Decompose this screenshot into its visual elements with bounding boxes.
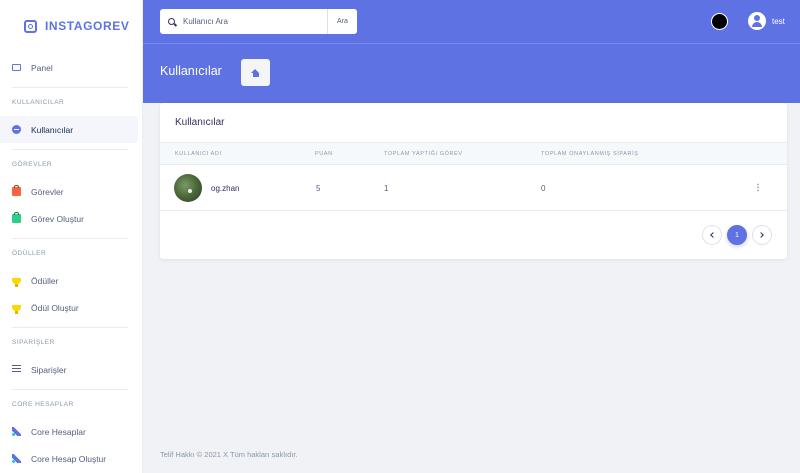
sidebar-item-label: Siparişler xyxy=(31,364,67,375)
page-title: Kullanıcılar xyxy=(160,64,222,78)
sidebar-item-label: Core Hesap Oluştur xyxy=(31,453,107,464)
search-button[interactable]: Ara xyxy=(327,9,357,34)
sidebar-item-create-reward[interactable]: Ödül Oluştur xyxy=(0,294,138,321)
section-title-orders: SİPARİŞLER xyxy=(12,338,55,346)
sidebar-item-create-task[interactable]: Görev Oluştur xyxy=(0,205,138,232)
user-circle-icon xyxy=(12,125,21,134)
search-icon xyxy=(168,18,175,25)
section-title-tasks: GÖREVLER xyxy=(12,160,53,168)
user-name: test xyxy=(772,16,785,26)
home-icon xyxy=(251,68,260,77)
rocket-add-icon xyxy=(12,454,21,463)
section-title-core-accounts: CORE HESAPLAR xyxy=(12,400,74,408)
home-button[interactable] xyxy=(241,59,270,86)
next-page-button[interactable] xyxy=(752,225,772,245)
sidebar-item-rewards[interactable]: Ödüller xyxy=(0,267,138,294)
sidebar-item-label: Ödüller xyxy=(31,275,59,286)
sidebar-item-label: Panel xyxy=(31,62,53,73)
sidebar-item-orders[interactable]: Siparişler xyxy=(0,356,138,383)
chevron-right-icon xyxy=(758,232,764,238)
search-input[interactable] xyxy=(175,17,315,26)
list-icon xyxy=(12,365,21,374)
column-header-points: PUAN xyxy=(315,151,333,157)
card-title: Kullanıcılar xyxy=(175,117,225,128)
sidebar-item-users[interactable]: Kullanıcılar xyxy=(0,116,138,143)
column-header-username: KULLANICI ADI xyxy=(175,151,222,157)
monitor-icon xyxy=(12,64,21,71)
user-avatar-icon xyxy=(748,12,766,30)
section-title-users: KULLANICILAR xyxy=(12,98,65,106)
avatar xyxy=(174,174,202,202)
sidebar-item-label: Core Hesaplar xyxy=(31,426,86,437)
previous-page-button[interactable] xyxy=(702,225,722,245)
search-bar: Ara xyxy=(160,9,357,34)
sidebar-item-panel[interactable]: Panel xyxy=(0,54,138,81)
trophy-add-icon xyxy=(12,304,21,314)
orders-cell: 0 xyxy=(541,184,546,193)
user-menu[interactable]: test xyxy=(748,12,785,30)
briefcase-icon xyxy=(12,185,21,196)
topbar: Ara test xyxy=(143,0,800,44)
sidebar-item-label: Kullanıcılar xyxy=(31,124,74,135)
briefcase-add-icon xyxy=(12,212,21,223)
tasks-cell: 1 xyxy=(384,184,389,193)
instagram-logo-icon xyxy=(24,19,37,33)
footer-copyright: Telif Hakkı © 2021 X Tüm hakları saklıdı… xyxy=(160,450,298,459)
username-cell[interactable]: og.zhan xyxy=(211,184,239,193)
more-options-icon[interactable] xyxy=(757,183,759,192)
sidebar-item-create-core-account[interactable]: Core Hesap Oluştur xyxy=(0,445,138,472)
brand[interactable]: INSTAGOREV xyxy=(0,0,142,52)
table-header: KULLANICI ADI PUAN TOPLAM YAPTIĞI GÖREV … xyxy=(160,142,787,165)
rocket-icon xyxy=(12,427,21,436)
page-button-current[interactable]: 1 xyxy=(727,225,747,245)
theme-toggle[interactable] xyxy=(711,13,728,30)
users-card: Kullanıcılar KULLANICI ADI PUAN TOPLAM Y… xyxy=(160,103,787,259)
header: Ara test Kullanıcılar xyxy=(143,0,800,103)
sidebar-item-label: Görev Oluştur xyxy=(31,213,84,224)
trophy-icon xyxy=(12,277,21,287)
sidebar-item-label: Görevler xyxy=(31,186,64,197)
points-cell: 5 xyxy=(316,184,321,193)
sidebar-item-core-accounts[interactable]: Core Hesaplar xyxy=(0,418,138,445)
section-title-rewards: ÖDÜLLER xyxy=(12,249,47,257)
sidebar-item-tasks[interactable]: Görevler xyxy=(0,178,138,205)
pagination: 1 xyxy=(702,225,772,245)
chevron-left-icon xyxy=(710,232,716,238)
table-row: og.zhan 5 1 0 xyxy=(160,165,787,211)
column-header-approved-orders: TOPLAM ONAYLANMIŞ SİPARİŞ xyxy=(541,151,639,157)
sidebar-item-label: Ödül Oluştur xyxy=(31,302,79,313)
sidebar: INSTAGOREV Panel KULLANICILAR Kullanıcıl… xyxy=(0,0,143,473)
brand-name: INSTAGOREV xyxy=(45,19,130,33)
column-header-total-tasks: TOPLAM YAPTIĞI GÖREV xyxy=(384,151,463,157)
